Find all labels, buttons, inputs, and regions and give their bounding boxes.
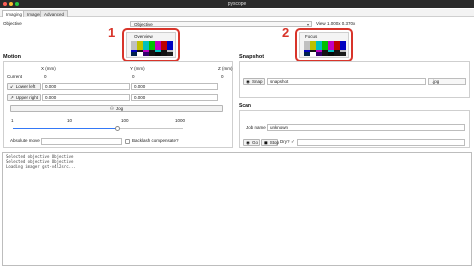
- stop-button[interactable]: ◼ Stop: [261, 139, 280, 146]
- color-swatch: [340, 52, 346, 56]
- scan-title: Scan: [239, 103, 251, 109]
- log-output[interactable]: Selected objective Objective Selected ob…: [2, 152, 472, 266]
- col-z-header: Z (mm): [218, 66, 233, 71]
- chevron-down-icon: ▾: [306, 22, 309, 27]
- snap-button[interactable]: ◉ Snap: [243, 78, 265, 85]
- upper-right-button[interactable]: ↗ Upper right: [7, 94, 41, 101]
- step-slider-fill: [13, 128, 119, 129]
- objective-selected-value: Objective: [134, 22, 153, 27]
- color-swatch: [340, 41, 346, 50]
- objective-label: Objective: [3, 21, 22, 26]
- backlash-label: Backlash compensate?: [132, 138, 179, 143]
- absolute-move-input[interactable]: [41, 138, 122, 145]
- step-tick-1: 1: [11, 118, 14, 123]
- log-line: Loading imager gst-v4l2src...: [6, 164, 76, 169]
- focus-preview-frame: Focus: [295, 28, 353, 62]
- view-label-text: View: [316, 21, 326, 26]
- dry-run-checkbox[interactable]: ✓: [291, 139, 295, 145]
- camera-icon: ◉: [246, 79, 250, 84]
- scan-status-field[interactable]: [297, 139, 465, 146]
- lower-left-button[interactable]: ↙ Lower left: [7, 83, 41, 90]
- overview-preview-frame: Overview: [122, 28, 180, 62]
- backlash-checkbox[interactable]: [125, 139, 130, 144]
- snap-label: Snap: [251, 79, 263, 84]
- overview-preview[interactable]: Overview: [126, 32, 176, 58]
- focus-label: Focus: [305, 34, 318, 39]
- upper-right-label: Upper right: [15, 95, 39, 100]
- view-value: 1.000x 0.370x: [326, 21, 356, 26]
- camera-icon: ◉: [246, 140, 250, 145]
- arrow-down-left-icon: ↙: [10, 84, 14, 89]
- step-tick-1000: 1000: [175, 118, 186, 123]
- snapshot-extension-select[interactable]: .jpg: [428, 78, 466, 85]
- current-y: 0: [132, 74, 135, 79]
- focus-preview[interactable]: Focus: [299, 32, 349, 58]
- col-x-header: X (mm): [41, 66, 56, 71]
- window-title: pyscope: [227, 1, 247, 7]
- lower-left-x-input[interactable]: 0.000: [42, 83, 130, 90]
- go-button[interactable]: ◉ Go: [243, 139, 260, 146]
- color-swatch: [167, 41, 173, 50]
- current-z: 0: [221, 74, 224, 79]
- absolute-move-label: Absolute move: [10, 138, 40, 143]
- upper-right-x-input[interactable]: 0.000: [42, 94, 130, 101]
- snapshot-panel: ◉ Snap snapshot .jpg: [239, 61, 470, 98]
- person-walking-icon: ⚇: [109, 106, 114, 111]
- job-name-label: Job name: [246, 125, 266, 130]
- motion-panel: X (mm) Y (mm) Z (mm) Current 0 0 0 ↙ Low…: [3, 61, 233, 148]
- tab-advanced[interactable]: Advanced: [40, 10, 69, 17]
- stop-icon: ◼: [264, 140, 268, 145]
- jog-button[interactable]: ⚇ Jog: [10, 105, 223, 112]
- title-bar: pyscope: [0, 0, 474, 8]
- tab-bar: Imaging Imager Advanced: [0, 9, 474, 17]
- motion-title: Motion: [3, 54, 22, 60]
- color-swatch: [167, 52, 173, 56]
- upper-right-y-input[interactable]: 0.000: [131, 94, 218, 101]
- jog-label: Jog: [115, 106, 124, 111]
- lower-left-y-input[interactable]: 0.000: [131, 83, 218, 90]
- job-name-input[interactable]: unknown: [267, 124, 465, 131]
- step-tick-100: 100: [121, 118, 129, 123]
- overview-test-pattern: [131, 41, 173, 56]
- view-label: View 1.000x 0.370x: [316, 21, 355, 27]
- scan-panel: Job name unknown ◉ Go ◼ Stop Dry? ✓: [239, 110, 470, 148]
- snapshot-filename-input[interactable]: snapshot: [267, 78, 426, 85]
- preview-marker-1: 1: [108, 25, 116, 40]
- col-y-header: Y (mm): [130, 66, 145, 71]
- arrow-up-right-icon: ↗: [10, 95, 14, 100]
- snapshot-title: Snapshot: [239, 54, 265, 60]
- go-label: Go: [251, 140, 258, 145]
- step-tick-10: 10: [67, 118, 73, 123]
- preview-marker-2: 2: [282, 25, 290, 40]
- lower-left-label: Lower left: [15, 84, 36, 89]
- focus-test-pattern: [304, 41, 346, 56]
- step-slider-handle[interactable]: [115, 126, 121, 131]
- current-label: Current: [7, 74, 23, 79]
- current-x: 0: [44, 74, 47, 79]
- stop-label: Stop: [269, 140, 280, 145]
- dry-run-label: Dry?: [280, 139, 290, 144]
- overview-label: Overview: [134, 34, 153, 39]
- snapshot-extension-value: .jpg: [432, 79, 440, 84]
